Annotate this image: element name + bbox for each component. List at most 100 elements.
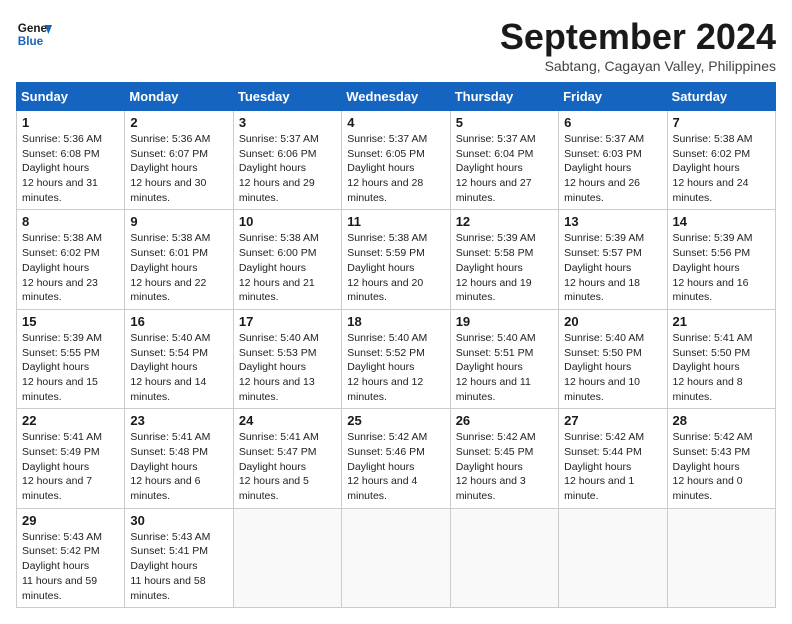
day-info: Sunrise: 5:36 AM Sunset: 6:07 PM Dayligh… [130, 132, 227, 205]
day-info: Sunrise: 5:43 AM Sunset: 5:41 PM Dayligh… [130, 530, 227, 603]
column-header-tuesday: Tuesday [233, 83, 341, 111]
day-cell-1: 1 Sunrise: 5:36 AM Sunset: 6:08 PM Dayli… [17, 111, 125, 210]
day-cell-11: 11 Sunrise: 5:38 AM Sunset: 5:59 PM Dayl… [342, 210, 450, 309]
week-row-1: 1 Sunrise: 5:36 AM Sunset: 6:08 PM Dayli… [17, 111, 776, 210]
day-info: Sunrise: 5:38 AM Sunset: 6:02 PM Dayligh… [22, 231, 119, 304]
day-cell-16: 16 Sunrise: 5:40 AM Sunset: 5:54 PM Dayl… [125, 309, 233, 408]
day-info: Sunrise: 5:42 AM Sunset: 5:46 PM Dayligh… [347, 430, 444, 503]
logo: General Blue [16, 16, 52, 52]
day-info: Sunrise: 5:41 AM Sunset: 5:48 PM Dayligh… [130, 430, 227, 503]
day-number: 19 [456, 314, 553, 329]
day-info: Sunrise: 5:40 AM Sunset: 5:53 PM Dayligh… [239, 331, 336, 404]
month-title: September 2024 [500, 16, 776, 58]
day-number: 29 [22, 513, 119, 528]
column-header-monday: Monday [125, 83, 233, 111]
week-row-4: 22 Sunrise: 5:41 AM Sunset: 5:49 PM Dayl… [17, 409, 776, 508]
day-number: 23 [130, 413, 227, 428]
day-cell-18: 18 Sunrise: 5:40 AM Sunset: 5:52 PM Dayl… [342, 309, 450, 408]
week-row-5: 29 Sunrise: 5:43 AM Sunset: 5:42 PM Dayl… [17, 508, 776, 607]
day-info: Sunrise: 5:41 AM Sunset: 5:49 PM Dayligh… [22, 430, 119, 503]
day-info: Sunrise: 5:37 AM Sunset: 6:06 PM Dayligh… [239, 132, 336, 205]
svg-text:Blue: Blue [18, 35, 44, 48]
day-cell-2: 2 Sunrise: 5:36 AM Sunset: 6:07 PM Dayli… [125, 111, 233, 210]
day-info: Sunrise: 5:37 AM Sunset: 6:04 PM Dayligh… [456, 132, 553, 205]
day-number: 20 [564, 314, 661, 329]
empty-cell [233, 508, 341, 607]
week-row-2: 8 Sunrise: 5:38 AM Sunset: 6:02 PM Dayli… [17, 210, 776, 309]
day-number: 18 [347, 314, 444, 329]
day-number: 5 [456, 115, 553, 130]
day-number: 16 [130, 314, 227, 329]
day-cell-19: 19 Sunrise: 5:40 AM Sunset: 5:51 PM Dayl… [450, 309, 558, 408]
day-number: 26 [456, 413, 553, 428]
day-cell-13: 13 Sunrise: 5:39 AM Sunset: 5:57 PM Dayl… [559, 210, 667, 309]
day-number: 7 [673, 115, 770, 130]
day-cell-20: 20 Sunrise: 5:40 AM Sunset: 5:50 PM Dayl… [559, 309, 667, 408]
day-info: Sunrise: 5:43 AM Sunset: 5:42 PM Dayligh… [22, 530, 119, 603]
day-info: Sunrise: 5:39 AM Sunset: 5:57 PM Dayligh… [564, 231, 661, 304]
day-number: 9 [130, 214, 227, 229]
day-number: 28 [673, 413, 770, 428]
day-number: 8 [22, 214, 119, 229]
day-number: 3 [239, 115, 336, 130]
day-cell-23: 23 Sunrise: 5:41 AM Sunset: 5:48 PM Dayl… [125, 409, 233, 508]
day-cell-30: 30 Sunrise: 5:43 AM Sunset: 5:41 PM Dayl… [125, 508, 233, 607]
day-cell-24: 24 Sunrise: 5:41 AM Sunset: 5:47 PM Dayl… [233, 409, 341, 508]
day-info: Sunrise: 5:42 AM Sunset: 5:43 PM Dayligh… [673, 430, 770, 503]
day-info: Sunrise: 5:39 AM Sunset: 5:56 PM Dayligh… [673, 231, 770, 304]
calendar-body: 1 Sunrise: 5:36 AM Sunset: 6:08 PM Dayli… [17, 111, 776, 608]
day-cell-6: 6 Sunrise: 5:37 AM Sunset: 6:03 PM Dayli… [559, 111, 667, 210]
day-cell-29: 29 Sunrise: 5:43 AM Sunset: 5:42 PM Dayl… [17, 508, 125, 607]
column-header-wednesday: Wednesday [342, 83, 450, 111]
day-cell-14: 14 Sunrise: 5:39 AM Sunset: 5:56 PM Dayl… [667, 210, 775, 309]
day-info: Sunrise: 5:41 AM Sunset: 5:47 PM Dayligh… [239, 430, 336, 503]
day-number: 6 [564, 115, 661, 130]
day-number: 15 [22, 314, 119, 329]
day-info: Sunrise: 5:38 AM Sunset: 6:01 PM Dayligh… [130, 231, 227, 304]
day-info: Sunrise: 5:39 AM Sunset: 5:58 PM Dayligh… [456, 231, 553, 304]
calendar-header-row: SundayMondayTuesdayWednesdayThursdayFrid… [17, 83, 776, 111]
day-number: 13 [564, 214, 661, 229]
day-number: 2 [130, 115, 227, 130]
day-cell-27: 27 Sunrise: 5:42 AM Sunset: 5:44 PM Dayl… [559, 409, 667, 508]
day-info: Sunrise: 5:39 AM Sunset: 5:55 PM Dayligh… [22, 331, 119, 404]
day-number: 17 [239, 314, 336, 329]
day-number: 1 [22, 115, 119, 130]
day-cell-15: 15 Sunrise: 5:39 AM Sunset: 5:55 PM Dayl… [17, 309, 125, 408]
day-cell-4: 4 Sunrise: 5:37 AM Sunset: 6:05 PM Dayli… [342, 111, 450, 210]
day-info: Sunrise: 5:40 AM Sunset: 5:51 PM Dayligh… [456, 331, 553, 404]
empty-cell [559, 508, 667, 607]
empty-cell [450, 508, 558, 607]
column-header-saturday: Saturday [667, 83, 775, 111]
page-header: General Blue September 2024 Sabtang, Cag… [16, 16, 776, 74]
day-cell-28: 28 Sunrise: 5:42 AM Sunset: 5:43 PM Dayl… [667, 409, 775, 508]
day-number: 22 [22, 413, 119, 428]
day-info: Sunrise: 5:38 AM Sunset: 6:00 PM Dayligh… [239, 231, 336, 304]
day-info: Sunrise: 5:37 AM Sunset: 6:03 PM Dayligh… [564, 132, 661, 205]
week-row-3: 15 Sunrise: 5:39 AM Sunset: 5:55 PM Dayl… [17, 309, 776, 408]
day-info: Sunrise: 5:38 AM Sunset: 6:02 PM Dayligh… [673, 132, 770, 205]
day-number: 4 [347, 115, 444, 130]
day-number: 30 [130, 513, 227, 528]
day-cell-3: 3 Sunrise: 5:37 AM Sunset: 6:06 PM Dayli… [233, 111, 341, 210]
day-info: Sunrise: 5:41 AM Sunset: 5:50 PM Dayligh… [673, 331, 770, 404]
day-cell-12: 12 Sunrise: 5:39 AM Sunset: 5:58 PM Dayl… [450, 210, 558, 309]
day-number: 27 [564, 413, 661, 428]
column-header-sunday: Sunday [17, 83, 125, 111]
day-number: 14 [673, 214, 770, 229]
day-cell-10: 10 Sunrise: 5:38 AM Sunset: 6:00 PM Dayl… [233, 210, 341, 309]
empty-cell [667, 508, 775, 607]
day-cell-22: 22 Sunrise: 5:41 AM Sunset: 5:49 PM Dayl… [17, 409, 125, 508]
day-number: 12 [456, 214, 553, 229]
day-info: Sunrise: 5:42 AM Sunset: 5:45 PM Dayligh… [456, 430, 553, 503]
column-header-thursday: Thursday [450, 83, 558, 111]
day-cell-25: 25 Sunrise: 5:42 AM Sunset: 5:46 PM Dayl… [342, 409, 450, 508]
day-cell-21: 21 Sunrise: 5:41 AM Sunset: 5:50 PM Dayl… [667, 309, 775, 408]
column-header-friday: Friday [559, 83, 667, 111]
logo-icon: General Blue [16, 16, 52, 52]
day-number: 21 [673, 314, 770, 329]
empty-cell [342, 508, 450, 607]
day-cell-9: 9 Sunrise: 5:38 AM Sunset: 6:01 PM Dayli… [125, 210, 233, 309]
day-cell-17: 17 Sunrise: 5:40 AM Sunset: 5:53 PM Dayl… [233, 309, 341, 408]
day-info: Sunrise: 5:36 AM Sunset: 6:08 PM Dayligh… [22, 132, 119, 205]
